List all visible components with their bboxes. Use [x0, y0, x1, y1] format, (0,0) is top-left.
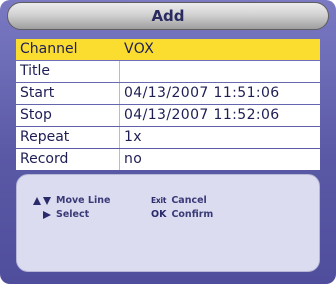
help-cancel: Exit Cancel: [151, 195, 207, 206]
field-value-stop[interactable]: 04/13/2007 11:52:06: [120, 105, 320, 126]
ok-key-icon: OK: [151, 209, 167, 220]
help-move-line-label: Move Line: [56, 195, 111, 206]
up-down-arrows-icon: [33, 196, 51, 205]
field-label-start: Start: [16, 83, 120, 104]
help-legend-panel: Move Line Select Exit Cancel OK Confirm: [16, 174, 320, 272]
help-select-label: Select: [56, 209, 90, 220]
field-value-start[interactable]: 04/13/2007 11:51:06: [120, 83, 320, 104]
right-arrow-icon: [43, 210, 51, 219]
help-cancel-label: Cancel: [171, 195, 207, 206]
field-value-record[interactable]: no: [120, 149, 320, 170]
field-label-channel: Channel: [16, 39, 120, 60]
field-value-channel[interactable]: VOX: [120, 39, 320, 60]
field-row-stop[interactable]: Stop 04/13/2007 11:52:06: [16, 105, 320, 126]
timer-fields-list: Channel VOX Title Start 04/13/2007 11:51…: [16, 39, 320, 171]
field-label-record: Record: [16, 149, 120, 170]
field-value-title[interactable]: [120, 61, 320, 82]
add-timer-dialog: Add Channel VOX Title Start 04/13/2007 1…: [0, 0, 336, 284]
field-row-repeat[interactable]: Repeat 1x: [16, 127, 320, 148]
field-value-repeat[interactable]: 1x: [120, 127, 320, 148]
dialog-title-bar: Add: [7, 2, 329, 30]
field-row-title[interactable]: Title: [16, 61, 320, 82]
field-row-start[interactable]: Start 04/13/2007 11:51:06: [16, 83, 320, 104]
field-label-title: Title: [16, 61, 120, 82]
field-label-stop: Stop: [16, 105, 120, 126]
field-label-repeat: Repeat: [16, 127, 120, 148]
exit-key-icon: Exit: [151, 196, 167, 205]
help-move-line: Move Line: [33, 195, 110, 206]
help-select: Select: [43, 209, 89, 220]
help-confirm-label: Confirm: [171, 209, 214, 220]
field-row-channel[interactable]: Channel VOX: [16, 39, 320, 60]
help-confirm: OK Confirm: [151, 209, 213, 220]
field-row-record[interactable]: Record no: [16, 149, 320, 170]
dialog-title: Add: [151, 7, 185, 25]
